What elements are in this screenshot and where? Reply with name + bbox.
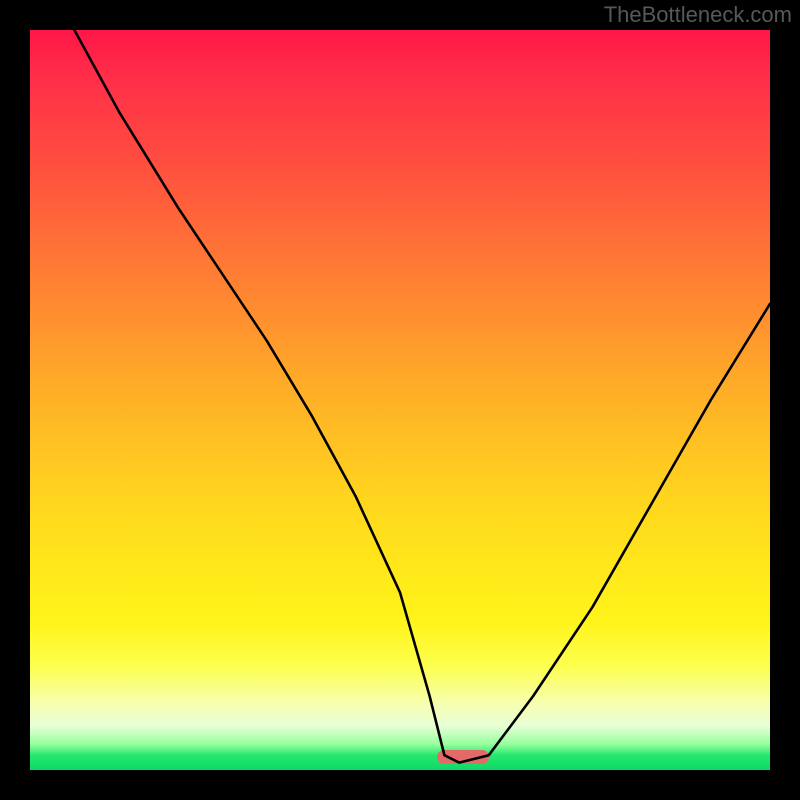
plot-area [30,30,770,770]
curve-svg [30,30,770,770]
chart-frame: TheBottleneck.com [0,0,800,800]
bottleneck-curve-path [74,30,770,763]
watermark-text: TheBottleneck.com [604,2,792,28]
